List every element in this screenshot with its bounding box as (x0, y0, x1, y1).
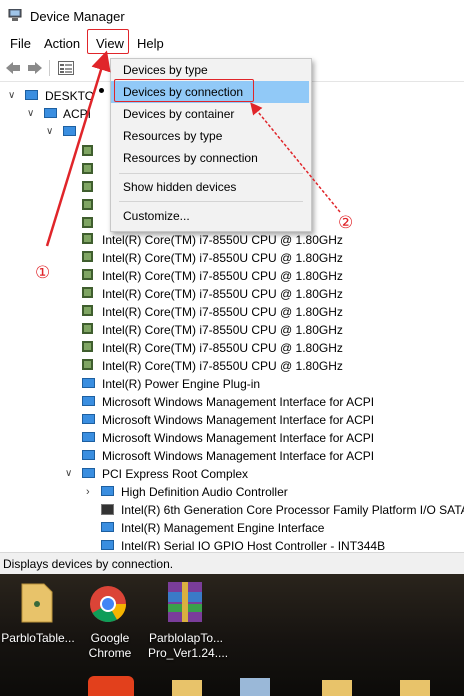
bottom-icon-strip (0, 674, 464, 696)
desktop-icon-label: Google Chrome (88, 631, 132, 660)
app-icon[interactable] (240, 678, 270, 696)
callout-two: ② (338, 213, 354, 232)
folder-icon[interactable] (400, 680, 430, 696)
archive-icon (168, 582, 202, 622)
callout-one: ① (35, 263, 51, 282)
arrow-one (45, 50, 111, 247)
app-icon[interactable] (88, 676, 134, 696)
desktop-icon-label: ParbloTable... (1, 631, 75, 645)
arrow-two (250, 102, 341, 213)
folder-icon[interactable] (172, 680, 202, 696)
desktop-icon-label: ParbloIapTo... Pro_Ver1.24.... (148, 631, 229, 660)
file-icon (21, 583, 53, 623)
chrome-icon (90, 586, 127, 623)
annotation-arrows (45, 50, 341, 247)
folder-icon[interactable] (322, 680, 352, 696)
